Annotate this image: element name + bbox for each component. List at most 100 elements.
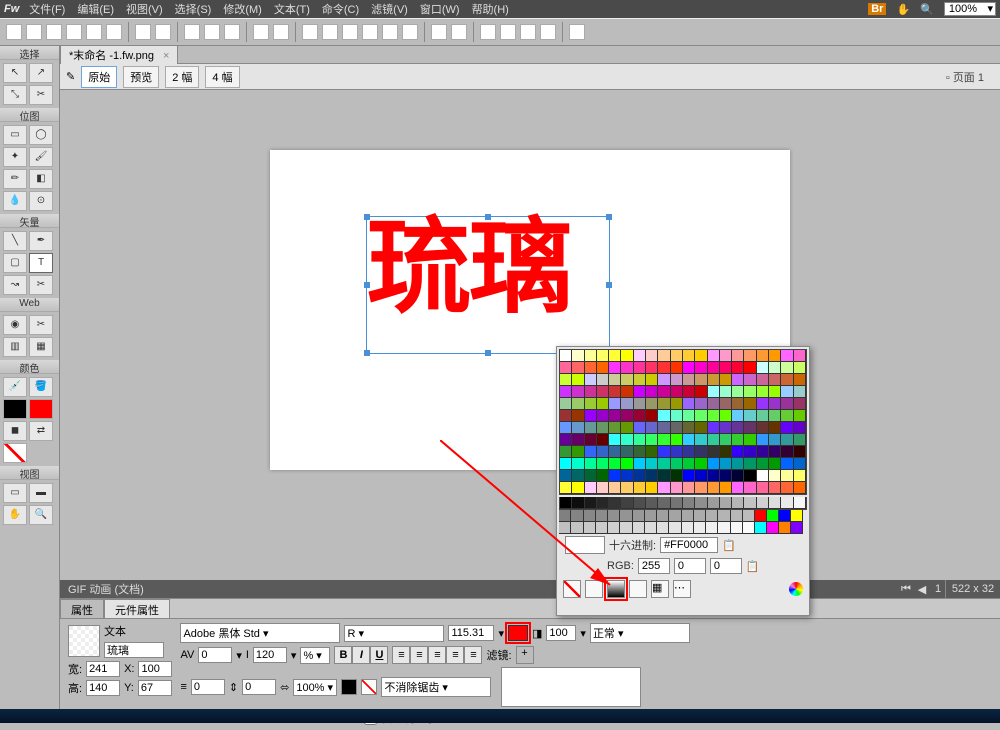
color-cell[interactable] [671, 446, 683, 458]
underline-button[interactable]: U [370, 646, 388, 664]
color-cell[interactable] [597, 398, 609, 410]
color-cell[interactable] [794, 458, 806, 470]
grey-cell[interactable] [657, 510, 669, 522]
color-cell[interactable] [658, 470, 670, 482]
color-cell[interactable] [597, 410, 609, 422]
accent-cell[interactable] [791, 522, 803, 534]
color-cell[interactable] [744, 362, 756, 374]
color-cell[interactable] [744, 446, 756, 458]
color-cell[interactable] [671, 458, 683, 470]
color-cell[interactable] [781, 386, 793, 398]
color-cell[interactable] [585, 374, 597, 386]
color-cell[interactable] [597, 482, 609, 494]
color-cell[interactable] [720, 350, 732, 362]
color-cell[interactable] [732, 410, 744, 422]
accent-cell[interactable] [767, 522, 779, 534]
color-cell[interactable] [634, 434, 646, 446]
hand-icon[interactable]: ✋ [896, 3, 910, 16]
color-cell[interactable] [720, 458, 732, 470]
grey-cell[interactable] [731, 510, 743, 522]
eraser-tool[interactable]: ◧ [29, 169, 53, 189]
flip-h-icon[interactable] [480, 24, 496, 40]
color-cell[interactable] [732, 422, 744, 434]
tab-symbol-properties[interactable]: 元件属性 [104, 599, 170, 618]
handle-tl[interactable] [364, 214, 370, 220]
color-cell[interactable] [585, 410, 597, 422]
grey-cell[interactable] [657, 522, 669, 534]
stroke-icon[interactable] [341, 679, 357, 695]
color-grid[interactable] [559, 349, 807, 495]
color-cell[interactable] [671, 386, 683, 398]
grey-cell[interactable] [634, 497, 646, 509]
zoom-level[interactable]: 100% [944, 2, 996, 16]
color-cell[interactable] [757, 458, 769, 470]
color-cell[interactable] [609, 374, 621, 386]
grey-cell[interactable] [708, 497, 720, 509]
color-cell[interactable] [695, 434, 707, 446]
color-cell[interactable] [671, 362, 683, 374]
color-cell[interactable] [732, 470, 744, 482]
align-center-button[interactable]: ≡ [410, 646, 428, 664]
group-icon[interactable] [253, 24, 269, 40]
add-filter-button[interactable]: + [516, 646, 534, 664]
hotspot-tool[interactable]: ◉ [3, 315, 27, 335]
color-cell[interactable] [732, 434, 744, 446]
grey-cell[interactable] [695, 497, 707, 509]
swap-colors[interactable]: ⇄ [29, 421, 53, 441]
color-cell[interactable] [572, 422, 584, 434]
distribute-icon[interactable] [402, 24, 418, 40]
grey-cell[interactable] [683, 497, 695, 509]
color-cell[interactable] [658, 482, 670, 494]
color-cell[interactable] [646, 386, 658, 398]
tab-properties[interactable]: 属性 [60, 599, 104, 618]
color-cell[interactable] [560, 374, 572, 386]
color-cell[interactable] [671, 398, 683, 410]
color-cell[interactable] [634, 458, 646, 470]
font-style-select[interactable]: R [344, 625, 444, 642]
color-cell[interactable] [695, 398, 707, 410]
color-cell[interactable] [658, 350, 670, 362]
color-cell[interactable] [720, 386, 732, 398]
grey-cell[interactable] [794, 497, 806, 509]
color-cell[interactable] [621, 482, 633, 494]
menu-command[interactable]: 命令(C) [322, 1, 359, 17]
color-cell[interactable] [658, 434, 670, 446]
redo-icon[interactable] [155, 24, 171, 40]
grey-cell[interactable] [559, 510, 571, 522]
color-cell[interactable] [585, 422, 597, 434]
color-cell[interactable] [621, 422, 633, 434]
color-cell[interactable] [634, 350, 646, 362]
play-icon[interactable] [540, 24, 556, 40]
view-preview[interactable]: 预览 [123, 66, 159, 88]
color-cell[interactable] [781, 398, 793, 410]
pencil-tool[interactable]: ✏ [3, 169, 27, 189]
color-cell[interactable] [646, 482, 658, 494]
color-cell[interactable] [671, 422, 683, 434]
color-cell[interactable] [585, 398, 597, 410]
accent-swatches[interactable] [755, 510, 803, 534]
color-cell[interactable] [560, 410, 572, 422]
color-cell[interactable] [585, 434, 597, 446]
color-cell[interactable] [769, 422, 781, 434]
color-cell[interactable] [695, 458, 707, 470]
grey-cell[interactable] [585, 497, 597, 509]
color-cell[interactable] [671, 374, 683, 386]
pen-tool[interactable]: ✒ [29, 231, 53, 251]
blur-tool[interactable]: 💧 [3, 191, 27, 211]
color-cell[interactable] [757, 446, 769, 458]
subselect-tool[interactable]: ↗ [29, 63, 53, 83]
undo-icon[interactable] [135, 24, 151, 40]
color-cell[interactable] [744, 422, 756, 434]
color-cell[interactable] [646, 398, 658, 410]
color-cell[interactable] [708, 374, 720, 386]
grey-cell[interactable] [720, 497, 732, 509]
color-cell[interactable] [572, 458, 584, 470]
color-cell[interactable] [572, 482, 584, 494]
color-cell[interactable] [609, 446, 621, 458]
grey-cell[interactable] [608, 522, 620, 534]
page-indicator[interactable]: ▫ 页面 1 [946, 69, 984, 85]
color-cell[interactable] [732, 362, 744, 374]
color-cell[interactable] [572, 434, 584, 446]
handle-mr[interactable] [606, 282, 612, 288]
grey-cell[interactable] [694, 522, 706, 534]
